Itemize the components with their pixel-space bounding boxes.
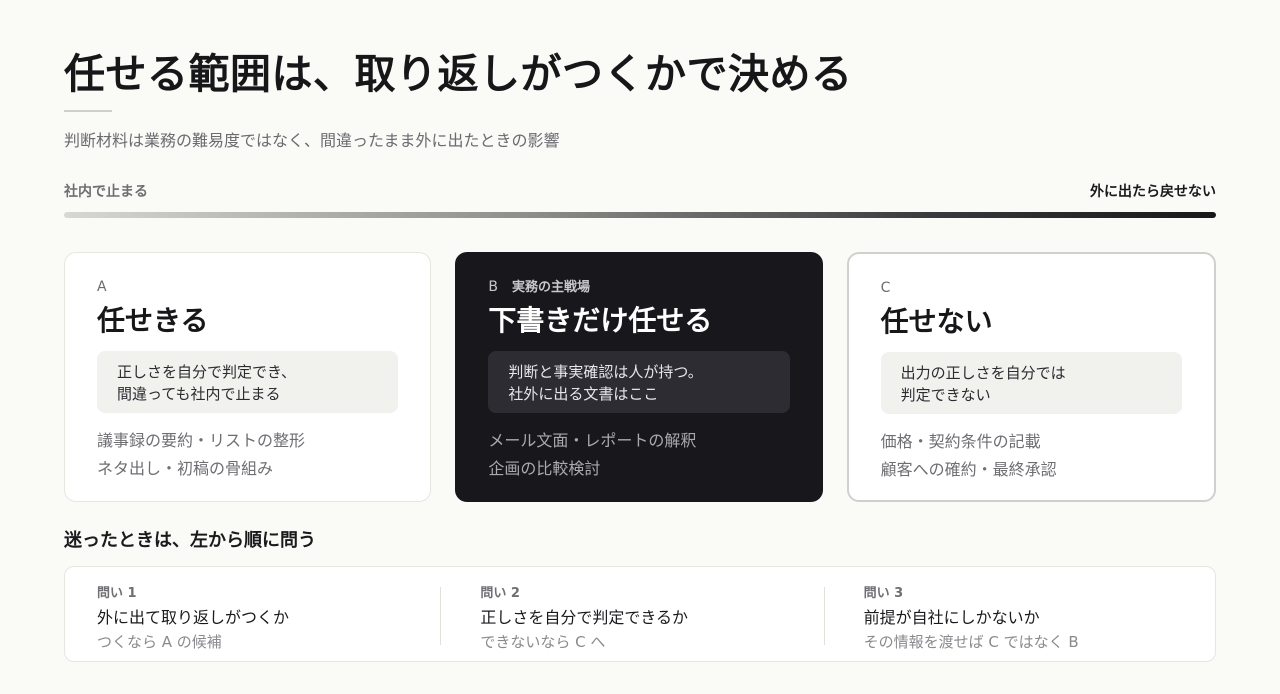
category-cards: A 任せきる 正しさを自分で判定でき、 間違っても社内で止まる 議事録の要約・リ… [64,252,1216,502]
card-note: 判断と事実確認は人が持つ。 社外に出る文書はここ [488,351,790,413]
card-example: 顧客への確約・最終承認 [880,460,1057,479]
card-a: A 任せきる 正しさを自分で判定でき、 間違っても社内で止まる 議事録の要約・リ… [64,252,432,502]
card-b: B 実務の主戦場 下書きだけ任せる 判断と事実確認は人が持つ。 社外に出る文書はこ… [455,252,823,502]
card-note-line: 出力の正しさを自分では [900,364,1066,382]
card-c: C 任せない 出力の正しさを自分では 判定できない 価格・契約条件の記載 顧客へ… [846,252,1216,502]
question-text: 正しさを自分で判定できるか [480,608,689,627]
card-examples: 価格・契約条件の記載 顧客への確約・最終承認 [881,428,1182,484]
question-label: 問い 3 [863,586,904,601]
questions-heading: 迷ったときは、左から順に問う [64,530,316,551]
card-example: 価格・契約条件の記載 [880,432,1041,451]
card-heading: 任せきる [97,304,209,337]
card-example: 企画の比較検討 [488,459,601,478]
card-letter: A [97,279,107,295]
page-subtitle: 判断材料は業務の難易度ではなく、間違ったまま外に出たときの影響 [64,131,560,150]
card-example: ネタ出し・初稿の骨組み [97,459,274,478]
card-letter: C [880,280,891,296]
card-tag: C [881,278,1182,298]
slide: 任せる範囲は、取り返しがつくかで決める 判断材料は業務の難易度ではなく、間違った… [0,0,1280,694]
card-tag: A [97,277,398,297]
question-text: 前提が自社にしかないか [863,608,1040,627]
scale-left-label: 社内で止まる [64,184,148,200]
question-text: 外に出て取り返しがつくか [97,608,290,627]
card-note: 正しさを自分で判定でき、 間違っても社内で止まる [97,351,399,413]
scale-right-label: 外に出たら戻せない [1090,184,1216,200]
question-1: 問い 1 外に出て取り返しがつくか つくなら A の候補 [65,585,448,661]
card-heading: 任せない [880,305,993,338]
title-underline [64,110,112,112]
card-note-line: 正しさを自分で判定でき、 [117,363,296,381]
card-note-line: 社外に出る文書はここ [508,385,659,403]
card-examples: 議事録の要約・リストの整形 ネタ出し・初稿の骨組み [97,427,398,483]
page-title: 任せる範囲は、取り返しがつくかで決める [64,50,853,98]
question-3: 問い 3 前提が自社にしかないか その情報を渡せば C ではなく B [823,585,1215,661]
card-examples: メール文面・レポートの解釈 企画の比較検討 [488,427,789,483]
card-note-line: 判定できない [900,386,991,404]
card-heading: 下書きだけ任せる [488,304,713,337]
question-label: 問い 1 [97,586,137,601]
risk-gradient-bar [64,212,1216,218]
card-letter: B [488,279,498,295]
card-tag-note: 実務の主戦場 [511,280,590,295]
question-2: 問い 2 正しさを自分で判定できるか できないなら C へ [440,585,831,661]
card-note-line: 間違っても社内で止まる [117,385,281,403]
question-hint: できないなら C へ [480,633,606,651]
question-panel: 問い 1 外に出て取り返しがつくか つくなら A の候補 問い 2 正しさを自分… [64,566,1216,662]
question-hint: つくなら A の候補 [97,633,222,651]
card-example: 議事録の要約・リストの整形 [97,431,306,450]
question-label: 問い 2 [480,586,520,601]
card-note-line: 判断と事実確認は人が持つ。 [508,363,703,381]
card-example: メール文面・レポートの解釈 [488,431,697,450]
card-note: 出力の正しさを自分では 判定できない [880,352,1182,414]
card-tag: B 実務の主戦場 [488,277,789,297]
question-hint: その情報を渡せば C ではなく B [863,633,1079,651]
